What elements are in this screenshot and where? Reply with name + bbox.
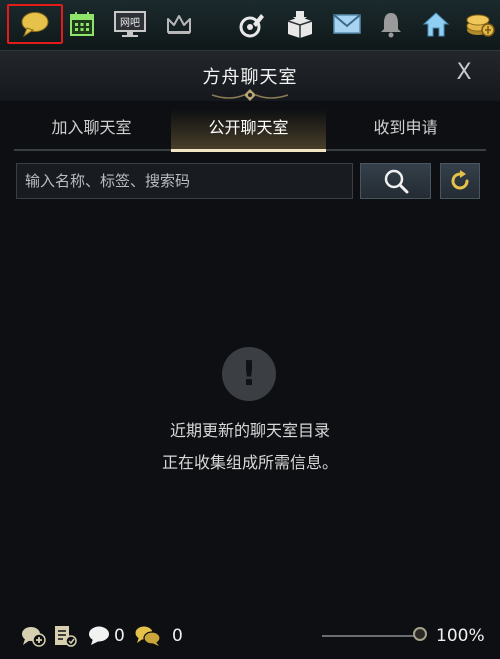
chat-bubble-icon[interactable] [17, 6, 53, 42]
title-ornament [211, 89, 289, 101]
chat-room-panel: 方舟聊天室 X 加入聊天室 公开聊天室 收到申请 输入名称、标签、搜索码 ! 近… [0, 50, 500, 659]
tab-bar: 加入聊天室 公开聊天室 收到申请 [14, 109, 486, 152]
empty-state-line-2: 正在收集组成所需信息。 [161, 453, 338, 472]
panel-title: 方舟聊天室 [202, 67, 298, 88]
search-icon [384, 169, 408, 194]
calendar-icon[interactable] [64, 6, 100, 42]
search-box [16, 163, 353, 199]
refresh-icon [451, 170, 469, 190]
crown-icon[interactable] [161, 6, 197, 42]
box-icon[interactable] [282, 6, 318, 42]
chat-count: 0 [114, 626, 125, 646]
refresh-button[interactable] [440, 163, 480, 199]
tab-join-room[interactable]: 加入聊天室 [14, 109, 169, 149]
top-toolbar: 网吧 [0, 0, 500, 50]
mail-icon[interactable] [329, 6, 365, 42]
info-notice-icon: ! [222, 347, 276, 401]
zoom-slider-thumb[interactable] [413, 627, 427, 641]
create-room-icon[interactable] [20, 625, 46, 651]
tab-label: 公开聊天室 [208, 118, 289, 137]
chat-count-icon [87, 625, 111, 651]
request-count: 0 [172, 626, 183, 646]
home-icon[interactable] [418, 6, 454, 42]
request-count-icon [134, 625, 162, 651]
tab-received-requests[interactable]: 收到申请 [328, 109, 483, 149]
tab-label: 收到申请 [373, 118, 438, 137]
guild-icon[interactable] [234, 6, 270, 42]
tab-label: 加入聊天室 [51, 118, 132, 137]
search-input[interactable] [17, 164, 352, 198]
zoom-level: 100% [436, 626, 485, 646]
zoom-slider-track[interactable] [322, 635, 420, 637]
monitor-label: 网吧 [120, 18, 140, 29]
room-list-icon[interactable] [53, 625, 77, 651]
close-button[interactable]: X [452, 61, 476, 85]
panel-header: 方舟聊天室 X [0, 51, 500, 101]
empty-state-line-1: 近期更新的聊天室目录 [169, 421, 330, 440]
coins-icon[interactable] [462, 6, 498, 42]
tab-public-rooms[interactable]: 公开聊天室 [171, 109, 326, 152]
search-button[interactable] [360, 163, 431, 199]
bell-icon[interactable] [373, 6, 409, 42]
monitor-icon[interactable]: 网吧 [111, 6, 149, 42]
